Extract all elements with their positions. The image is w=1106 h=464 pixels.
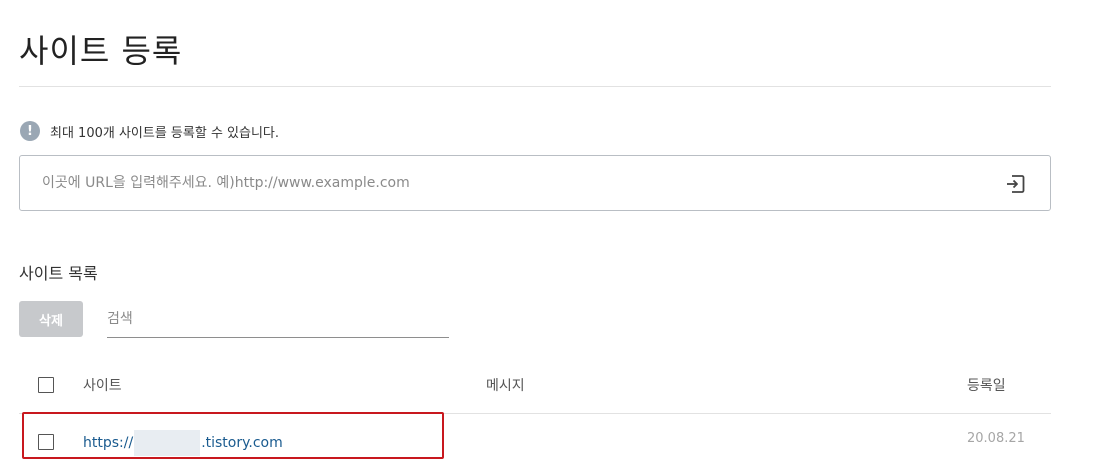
site-registration-page: 사이트 등록 ! 최대 100개 사이트를 등록할 수 있습니다. 사이트 목록… xyxy=(0,0,1106,464)
notice: ! 최대 100개 사이트를 등록할 수 있습니다. xyxy=(20,121,279,141)
row-checkbox[interactable] xyxy=(38,434,54,450)
column-header-date: 등록일 xyxy=(967,378,1006,394)
redacted-block xyxy=(134,430,201,456)
page-title: 사이트 등록 xyxy=(19,32,183,70)
site-url-link[interactable]: https:// .tistory.com xyxy=(83,430,283,456)
enter-arrow-icon[interactable] xyxy=(1004,173,1026,195)
url-input[interactable] xyxy=(42,156,972,210)
delete-button[interactable]: 삭제 xyxy=(19,301,83,337)
site-url-suffix: .tistory.com xyxy=(201,435,283,451)
site-list-title: 사이트 목록 xyxy=(19,264,98,283)
exclamation-circle-icon: ! xyxy=(20,121,40,141)
url-input-box xyxy=(19,155,1051,211)
search-field xyxy=(107,303,449,338)
search-input[interactable] xyxy=(107,303,449,335)
notice-text: 최대 100개 사이트를 등록할 수 있습니다. xyxy=(50,125,280,141)
site-url-prefix: https:// xyxy=(83,435,134,451)
title-divider xyxy=(19,86,1051,87)
column-header-message: 메시지 xyxy=(486,378,525,394)
table-header: 사이트 메시지 등록일 xyxy=(19,360,1051,414)
select-all-checkbox[interactable] xyxy=(38,377,54,393)
registration-date: 20.08.21 xyxy=(967,431,1025,446)
table-row: https:// .tistory.com 20.08.21 xyxy=(19,414,1051,464)
column-header-site: 사이트 xyxy=(83,378,122,394)
